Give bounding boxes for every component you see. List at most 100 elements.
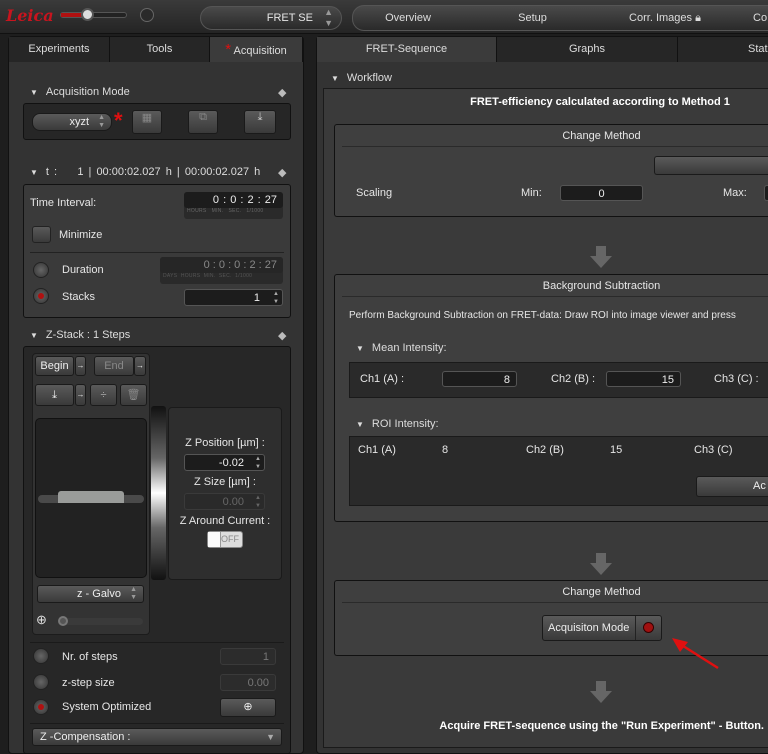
workflow-title: Workflow [346,72,392,84]
roi-intensity-header[interactable]: ▼ ROI Intensity: [356,418,439,430]
mean-ch1-field[interactable]: 8 [442,371,517,387]
step-overview[interactable]: Overview [352,6,464,30]
z-visual [35,418,147,578]
tab-tools[interactable]: Tools [110,37,210,62]
begin-button[interactable]: Begin [35,356,74,376]
system-optimized-button[interactable]: ⊕ [220,698,276,717]
mean-intensity-title: Mean Intensity: [371,342,447,354]
nr-steps-radio[interactable] [33,648,49,664]
z-around-toggle[interactable]: OFF [207,531,243,548]
mean-intensity-header[interactable]: ▼ Mean Intensity: [356,342,447,354]
asterisk-icon: * [225,41,232,58]
mean-ch2-field[interactable]: 15 [606,371,681,387]
acq-mode-select[interactable]: xyzt ▲ ▼ [32,113,112,131]
acq-mode-header[interactable]: ▼ Acquisition Mode [30,86,130,98]
step-setup[interactable]: Setup [480,6,585,30]
tab-experiments[interactable]: Experiments [9,37,110,62]
change-method-button[interactable] [654,156,768,175]
z-around-label: Z Around Current : [179,515,271,527]
z-size-value: 0.00 [222,496,244,508]
roi-ch1-value: 8 [442,444,449,456]
step-size-label: z-step size [62,677,115,689]
pin-icon[interactable]: ◆ [278,166,286,179]
max-field[interactable] [764,185,768,201]
time-interval-field[interactable]: 0 : 0 : 2 : 27 HOURS MIN. SEC. 1/1000 [184,192,283,219]
duration-units: DAYS HOURS MIN. SEC. 1/1000 [163,273,253,279]
arrow-down-icon [590,691,612,703]
minimize-checkbox[interactable] [32,226,51,243]
z-focus-wheel[interactable] [151,406,166,580]
stacks-value: 1 [253,292,260,304]
accept-button[interactable]: Ac [696,476,768,497]
bg-description: Perform Background Subtraction on FRET-d… [349,310,736,321]
z-around-value: OFF [221,534,239,544]
roi-ch1-label: Ch1 (A) [358,444,396,456]
zoom-slider[interactable] [58,616,143,626]
tile-scan-button[interactable]: ▦ [132,110,162,134]
nr-steps-field[interactable]: 1 [220,648,276,665]
z-size-field[interactable]: 0.00 ▲ ▼ [184,493,265,510]
step-corr-images[interactable]: Corr. Images 🔒︎ [610,6,720,30]
download-button[interactable]: ⤓ [244,110,276,134]
leica-logo: Leica [6,6,54,25]
step-size-radio[interactable] [33,674,49,690]
tab-fret-sequence[interactable]: FRET-Sequence [317,37,497,62]
top-bar: Leica FRET SE ▲ ▼ Overview Setup Corr. Im… [0,0,768,34]
center-button[interactable]: ÷ [90,384,117,406]
workflow-header[interactable]: ▼ Workflow [331,72,392,84]
save-position-button[interactable]: ⤓ [35,384,74,406]
time-interval-units: HOURS MIN. SEC. 1/1000 [187,208,264,214]
mode-select[interactable]: FRET SE ▲ ▼ [200,6,342,30]
arrow-down-stem [596,246,606,257]
updown-icon: ▲ ▼ [324,7,333,28]
spinner-icon[interactable]: ▲ ▼ [255,455,261,471]
acquisition-mode-button[interactable]: Acquisiton Mode [542,615,662,641]
tab-acquisition[interactable]: * Acquisition [210,37,303,62]
asterisk-icon: * [114,108,123,133]
stacks-radio[interactable] [33,288,49,304]
stacks-field[interactable]: 1 ▲ ▼ [184,289,283,306]
tab-statistics[interactable]: Stati [678,37,768,62]
roi-ch2-value: 15 [610,444,623,456]
end-arrow-button[interactable]: → [134,356,146,376]
acq-mode-value: xyzt [69,116,89,128]
brightness-slider[interactable] [60,8,127,21]
zoom-icon: ⊕ [36,612,47,627]
pin-icon[interactable]: ◆ [278,86,286,99]
z-size-label: Z Size [µm] : [194,476,256,488]
begin-arrow-button[interactable]: → [75,356,86,376]
step-size-field[interactable]: 0.00 [220,674,276,691]
spinner-icon[interactable]: ▲ ▼ [273,290,279,306]
zstack-header[interactable]: ▼ Z-Stack : 1 Steps [30,329,130,341]
duration-field[interactable]: 0 : 0 : 0 : 2 : 27 DAYS HOURS MIN. SEC. … [160,257,283,284]
end-button[interactable]: End [94,356,134,376]
time-interval-value: 0 : 0 : 2 : 27 [184,192,283,208]
time-header[interactable]: ▼ t : 1 | 00:00:02.027 h | 00:00:02.027 h [30,166,260,178]
z-drive-select[interactable]: z - Galvo ▲ ▼ [37,585,144,603]
min-label: Min: [521,187,542,199]
duration-radio[interactable] [33,262,49,278]
divider [342,296,768,297]
tab-graphs[interactable]: Graphs [497,37,678,62]
mark-positions-button[interactable]: ⧉ [188,110,218,134]
roi-intensity-title: ROI Intensity: [371,418,439,430]
nr-steps-label: Nr. of steps [62,651,118,663]
t-total-1: 00:00:02.027 h [96,166,172,178]
time-interval-label: Time Interval: [30,197,97,209]
z-compensation-dropdown[interactable]: Z -Compensation : ▼ [32,728,282,746]
system-optimized-radio[interactable] [33,699,49,715]
scaling-label: Scaling [356,187,393,199]
slider-handle[interactable] [81,8,94,21]
duration-label: Duration [62,264,104,276]
spinner-icon: ▲ ▼ [255,495,261,509]
step-next[interactable]: Co [753,6,768,30]
pin-icon[interactable]: ◆ [278,329,286,342]
z-position-field[interactable]: -0.02 ▲ ▼ [184,454,265,471]
t-label: t : [45,166,58,178]
roi-ch2-label: Ch2 (B) [526,444,564,456]
method-title: FRET-efficiency calculated according to … [470,96,730,108]
save-arrow-button[interactable]: → [75,384,86,406]
bg-title: Background Subtraction [542,280,661,292]
min-field[interactable]: 0 [560,185,643,201]
trash-icon[interactable]: 🗑︎ [120,384,147,406]
